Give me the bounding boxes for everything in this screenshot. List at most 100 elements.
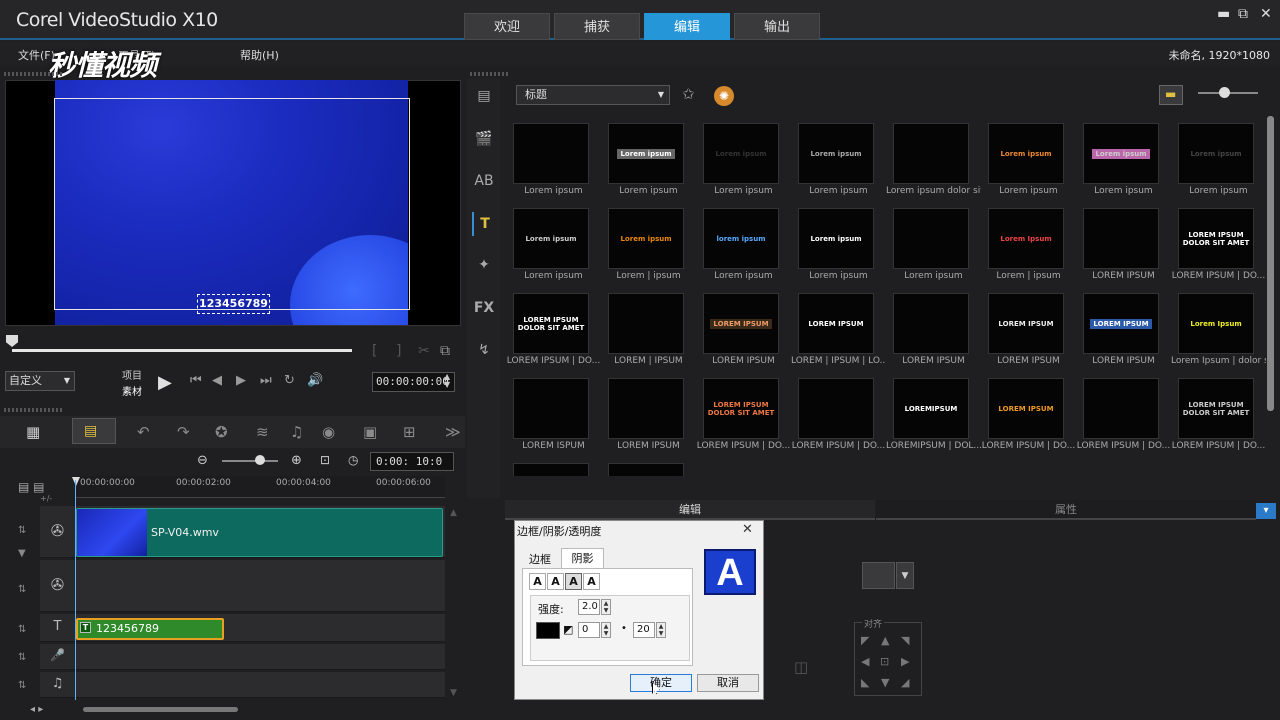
redo-icon[interactable]: ↷ [177,423,190,441]
title-preset-item[interactable]: Lorem ipsum Lorem ipsum [981,116,1076,201]
panel-grip[interactable] [470,72,508,76]
cancel-button[interactable]: 取消 [697,674,759,692]
minimize-icon[interactable]: ▬ [1217,6,1230,22]
title-preset-item[interactable]: LOREMIPSUM LOREMIPSUM | DOL... [886,371,981,456]
timecode-spinner[interactable]: ▲ ▼ [444,373,450,389]
tab-border[interactable]: 边框 [524,551,556,569]
zoom-out-icon[interactable]: ⊖ [197,453,208,468]
overlay-track[interactable] [75,560,445,612]
instant-project-icon[interactable]: 🎬 [472,127,496,151]
intensity-spinner[interactable]: ▲ ▼ [601,599,611,615]
panel-grip[interactable] [4,408,62,412]
library-scrollbar[interactable] [1267,116,1274,411]
align-bottom-icon[interactable]: ▼ [881,676,889,689]
multi-camera-icon[interactable]: ⊞ [403,423,416,441]
track-toggle-icon[interactable]: ⇅ [18,652,26,663]
tab-capture[interactable]: 捕获 [554,13,640,40]
tab-options-attributes[interactable]: 属性 [876,500,1256,520]
title-preset-item[interactable]: LOREM IPSUM | DO... [791,371,886,456]
track-toggle-icon[interactable]: ⇅ [18,584,26,595]
title-preset-item[interactable]: Lorem ipsum Lorem | ipsum [601,201,696,286]
track-toggle-icon[interactable]: ⇅ [18,525,26,536]
collapse-icon[interactable]: ▼ [18,548,26,559]
title-preset-item[interactable]: LOREM IPSUM LOREM IPSUM [696,286,791,371]
library-category-select[interactable]: 标题 ▼ [516,85,670,105]
next-frame-icon[interactable]: ▶ [236,373,246,388]
home-icon[interactable]: ⏮ [190,373,202,388]
timeline-view-button[interactable]: ▤ [72,418,116,444]
border-shadow-icon[interactable]: ◫ [794,658,808,676]
title-preset-item[interactable]: LOREM IPSUM LOREM IPSUM [1076,286,1171,371]
intensity-input[interactable]: 2.0 [578,599,600,615]
add-favorite-icon[interactable]: ✩ [682,85,695,103]
close-icon[interactable]: ✕ [1260,6,1272,22]
preset-select[interactable]: 自定义 ▼ [5,371,75,391]
chevron-down-icon[interactable]: ▼ [896,562,914,589]
title-preset-item[interactable]: Lorem ipsum Lorem ipsum [601,116,696,201]
shadow-color-swatch[interactable] [536,622,560,639]
timecode-display[interactable]: 00:00:00:00 [372,372,455,392]
timeline-duration[interactable]: 0:00: 10:0 [370,452,454,471]
mode-project[interactable]: 项目 [122,367,142,382]
graphic-icon[interactable]: ✦ [472,253,496,277]
storyboard-view-icon[interactable]: ▦ [26,423,40,441]
scroll-up-icon[interactable]: ▲ [450,508,457,518]
tab-shadow[interactable]: 阴影 [561,548,604,569]
glow-shadow-button[interactable]: A [565,573,582,590]
scrubber-bar[interactable] [12,349,352,352]
title-preset-item[interactable]: LOREM IPSUM DOLOR SIT AMET LOREM IPSUM | … [1171,371,1266,456]
title-preset-item[interactable] [506,456,601,476]
title-preset-item[interactable]: Lorem Ipsum Lorem | ipsum [981,201,1076,286]
offset-y-input[interactable]: 20 [633,622,655,638]
title-preset-item[interactable]: Lorem ipsum dolor sit ... [886,116,981,201]
timeline-scrollbar[interactable] [83,707,238,712]
title-preset-item[interactable]: LOREM IPSUM [601,371,696,456]
panel-grip[interactable] [4,72,62,76]
scrubber-handle[interactable] [6,335,18,347]
zoom-slider-handle[interactable] [255,455,265,465]
expand-icon[interactable]: ▾ [1256,503,1276,519]
title-preset-item[interactable]: lorem ipsum Lorem ipsum [696,201,791,286]
title-preset-item[interactable]: Lorem ipsum [886,201,981,286]
title-icon[interactable]: T [472,212,496,236]
align-top-icon[interactable]: ▲ [881,634,889,647]
title-preset-item[interactable]: Lorem ipsum Lorem ipsum [506,201,601,286]
title-preset-item[interactable]: LOREM IPSUM [1076,201,1171,286]
zoom-slider[interactable] [222,460,278,462]
title-preset-item[interactable]: Lorem ipsum Lorem ipsum [1076,116,1171,201]
title-preset-item[interactable]: LOREM IPSUM DOLOR SIT AMET LOREM IPSUM | … [506,286,601,371]
color-swatch[interactable] [862,562,895,589]
title-preset-item[interactable]: Lorem ipsum Lorem ipsum [791,116,886,201]
auto-music-icon[interactable]: ♫ [290,423,303,441]
transition-icon[interactable]: AB [472,169,496,193]
title-preset-item[interactable]: LOREM IPSUM LOREM IPSUM | DO... [981,371,1076,456]
play-icon[interactable]: ▶ [158,372,172,393]
fit-project-icon[interactable]: ⊡ [320,453,330,467]
mark-in-icon[interactable]: [ [372,343,377,359]
tab-share[interactable]: 输出 [734,13,820,40]
align-bottom-right-icon[interactable]: ◢ [901,676,909,689]
fx-filter-icon[interactable]: FX [472,296,496,320]
tab-welcome[interactable]: 欢迎 [464,13,550,40]
title-preset-item[interactable]: Lorem ipsum Lorem ipsum [696,116,791,201]
record-capture-icon[interactable]: ✪ [215,423,228,441]
menu-help[interactable]: 帮助(H) [240,47,279,63]
align-bottom-left-icon[interactable]: ◣ [861,676,869,689]
end-icon[interactable]: ⏭ [260,373,272,388]
title-preset-item[interactable]: Lorem ipsum [506,116,601,201]
ok-button[interactable]: 确定 [630,674,692,692]
title-clip[interactable]: 123456789 [76,618,224,640]
align-center-icon[interactable]: ⊡ [880,655,889,668]
voice-track[interactable] [75,644,445,670]
path-icon[interactable]: ↯ [472,338,496,362]
volume-icon[interactable]: 🔊 [307,373,323,388]
title-preset-item[interactable] [601,456,696,476]
title-preset-item[interactable]: LOREM ISPUM [506,371,601,456]
align-right-icon[interactable]: ▶ [901,655,909,668]
title-preset-item[interactable]: Lorem Ipsum Lorem Ipsum | dolor s... [1171,286,1266,371]
title-preset-item[interactable]: LOREM IPSUM LOREM IPSUM [981,286,1076,371]
offset-x-input[interactable]: 0 [578,622,600,638]
no-shadow-button[interactable]: A [529,573,546,590]
thumbnail-size-handle[interactable] [1219,87,1230,98]
mark-out-icon[interactable]: ] [396,343,401,359]
